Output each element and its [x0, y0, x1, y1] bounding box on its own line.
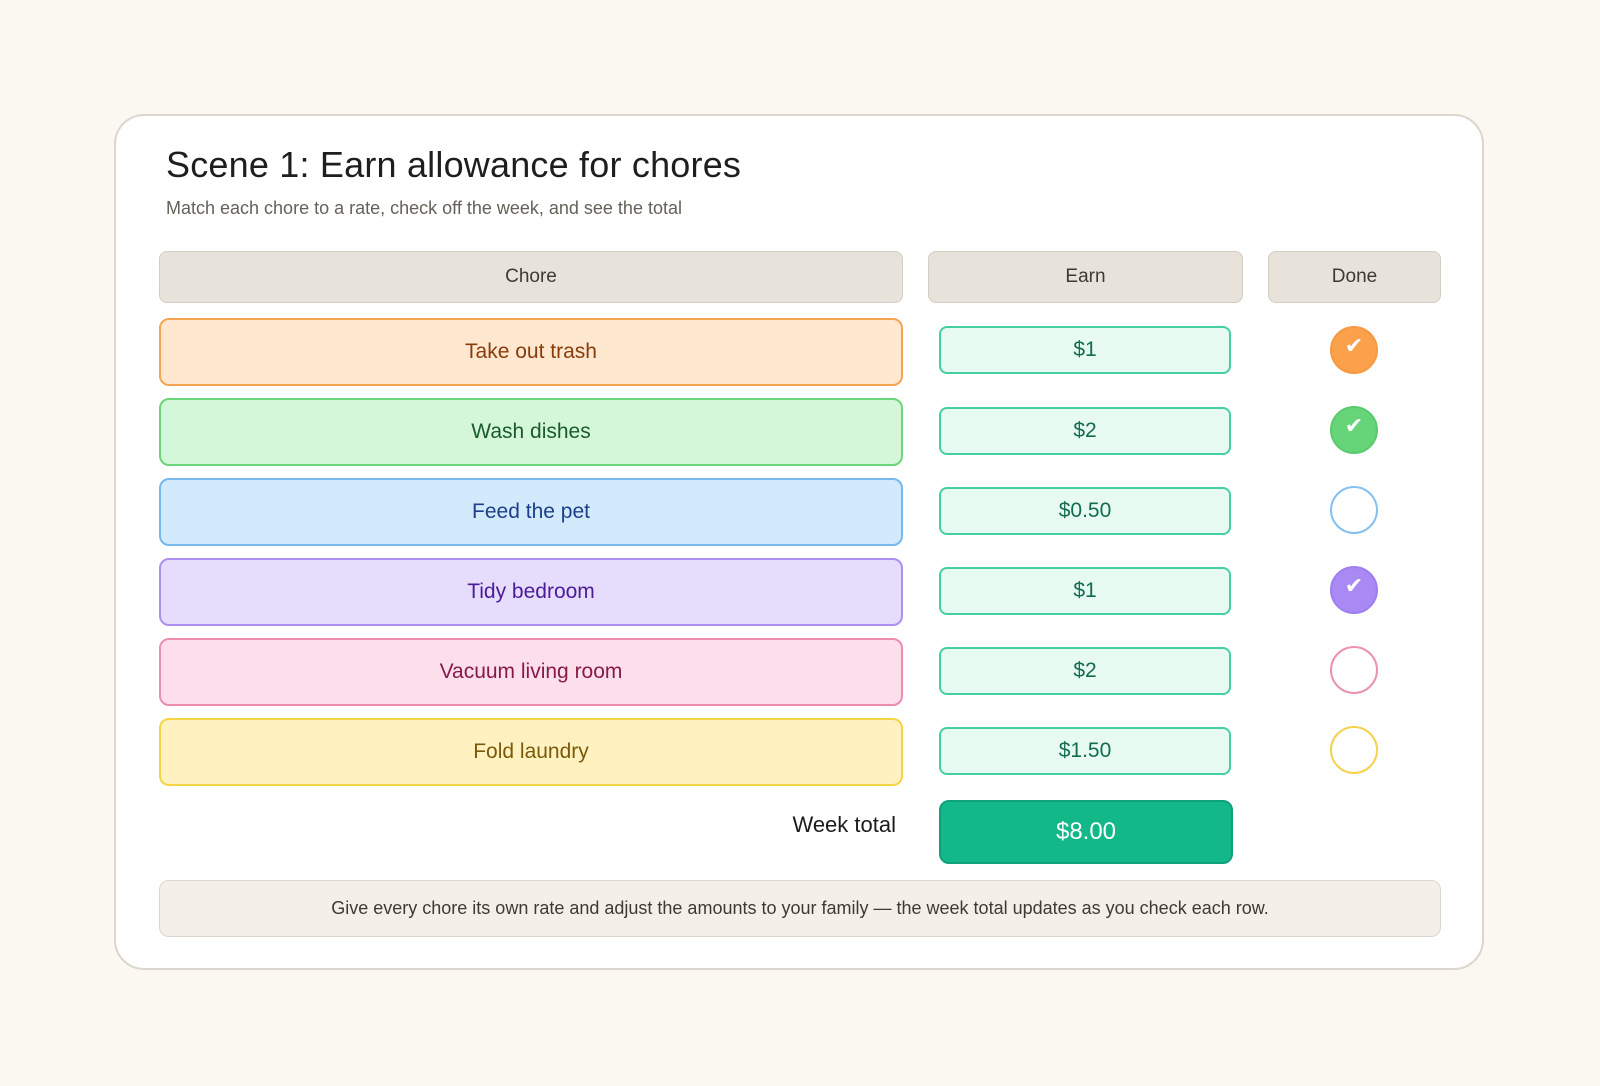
column-header-chore: Chore [159, 251, 903, 303]
column-header-earn: Earn [928, 251, 1243, 303]
earn-rate-pill[interactable]: $2 [939, 647, 1231, 695]
earn-rate-pill[interactable]: $1.50 [939, 727, 1231, 775]
chore-pill[interactable]: Feed the pet [159, 478, 903, 546]
page-subtitle: Match each chore to a rate, check off th… [166, 198, 682, 218]
chore-pill[interactable]: Fold laundry [159, 718, 903, 786]
chore-pill[interactable]: Vacuum living room [159, 638, 903, 706]
checkmark-icon: ✔ [1344, 334, 1364, 359]
hint-note: Give every chore its own rate and adjust… [159, 880, 1441, 937]
earn-rate-pill[interactable]: $1 [939, 567, 1231, 615]
done-toggle[interactable]: ✔ [1330, 566, 1378, 614]
checkmark-icon: ✔ [1344, 574, 1364, 599]
earn-rate-pill[interactable]: $1 [939, 326, 1231, 374]
done-toggle[interactable] [1330, 646, 1378, 694]
week-total-label: Week total [792, 812, 896, 837]
done-toggle[interactable] [1330, 486, 1378, 534]
chore-pill[interactable]: Tidy bedroom [159, 558, 903, 626]
chore-pill[interactable]: Take out trash [159, 318, 903, 386]
page-title: Scene 1: Earn allowance for chores [166, 144, 742, 185]
chore-pill[interactable]: Wash dishes [159, 398, 903, 466]
done-toggle[interactable]: ✔ [1330, 326, 1378, 374]
done-toggle[interactable]: ✔ [1330, 406, 1378, 454]
column-header-done: Done [1268, 251, 1441, 303]
earn-rate-pill[interactable]: $0.50 [939, 487, 1231, 535]
earn-rate-pill[interactable]: $2 [939, 407, 1231, 455]
week-total-value: $8.00 [939, 800, 1233, 864]
checkmark-icon: ✔ [1344, 414, 1364, 439]
done-toggle[interactable] [1330, 726, 1378, 774]
